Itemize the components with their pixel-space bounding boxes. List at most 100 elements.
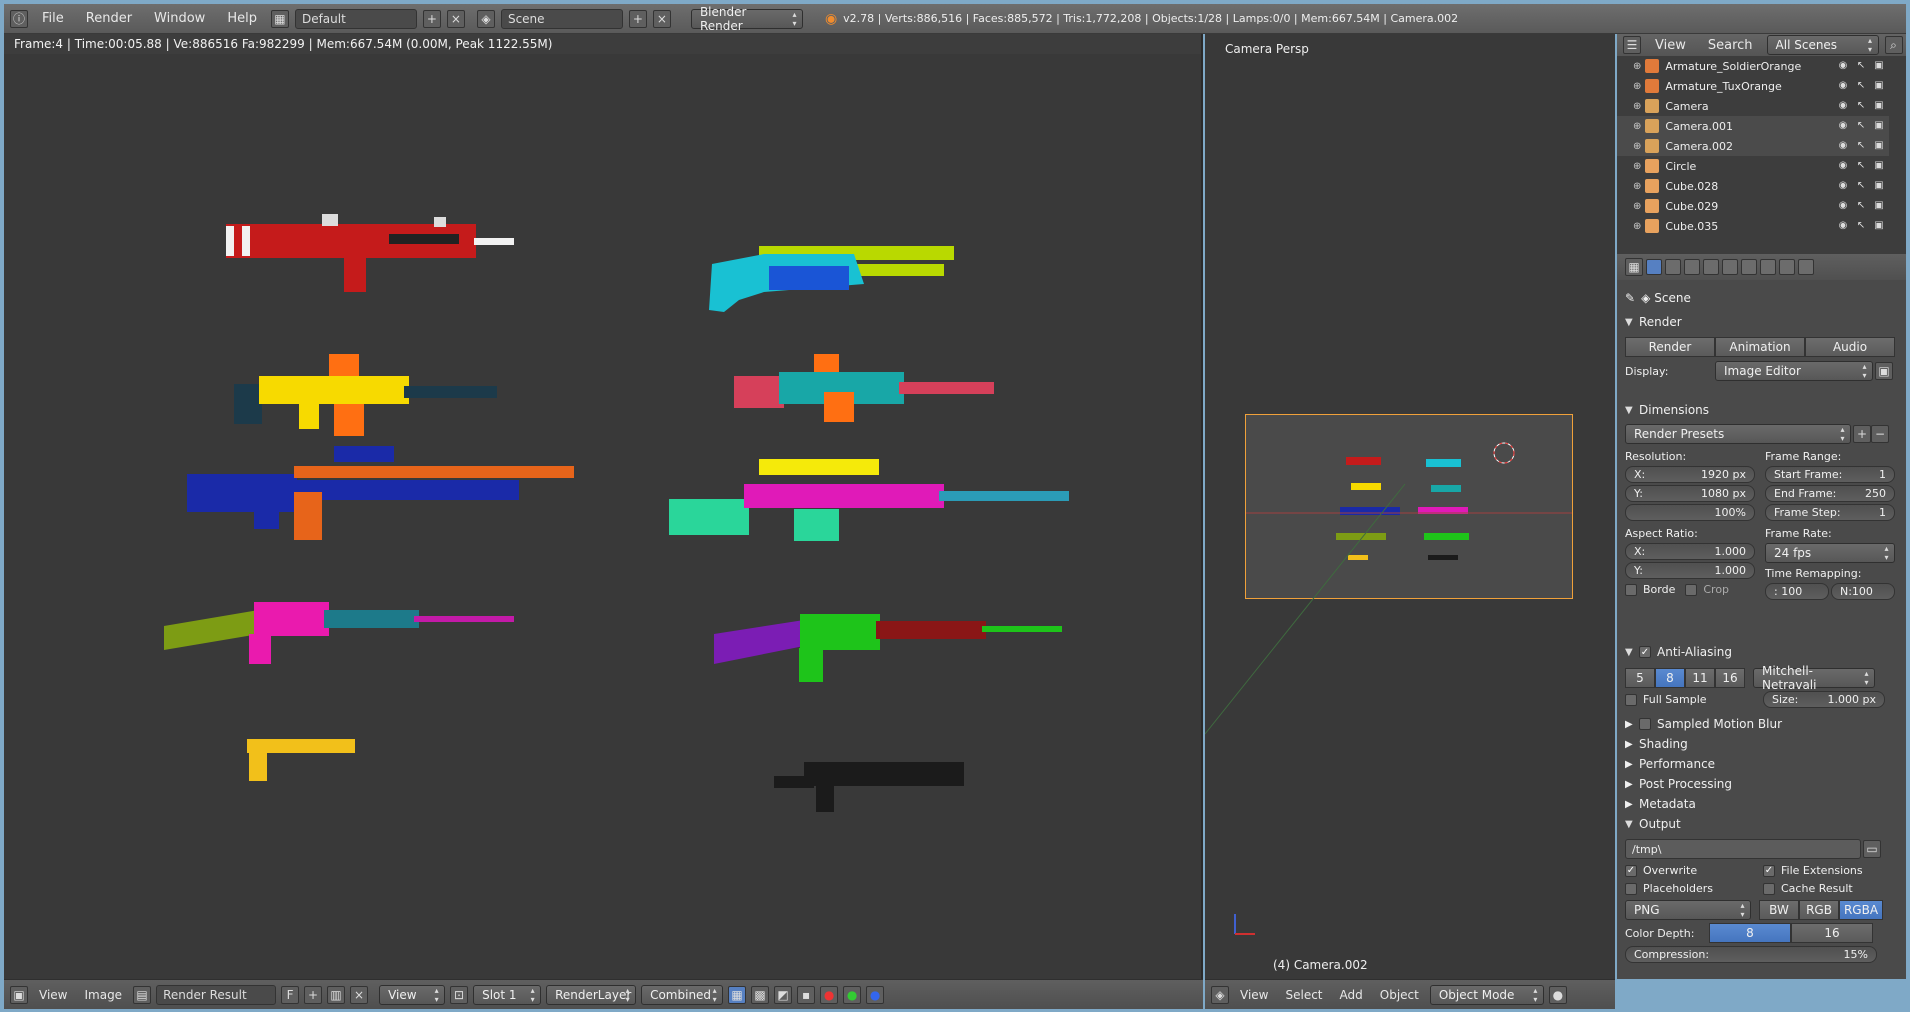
file-format-select[interactable]: PNG (1625, 900, 1751, 920)
green-channel-icon[interactable]: ● (843, 985, 862, 1004)
unlink-image-icon[interactable]: × (350, 985, 369, 1004)
aspect-y-field[interactable]: Y: 1.000 (1625, 562, 1755, 579)
aa-samples-16[interactable]: 16 (1715, 668, 1745, 688)
depth-16-button[interactable]: 16 (1791, 923, 1873, 943)
expand-plus-icon[interactable]: ⊕ (1633, 81, 1641, 92)
color-bw-button[interactable]: BW (1759, 900, 1799, 920)
outliner-row[interactable]: ⊕ Cube.028 ◉ ↖ ▣ (1617, 176, 1889, 196)
select-cursor-icon[interactable]: ↖ (1855, 60, 1867, 72)
info-editor-icon[interactable]: ⓘ (10, 9, 28, 28)
select-cursor-icon[interactable]: ↖ (1855, 220, 1867, 232)
outliner-type-icon[interactable]: ☰ (1623, 36, 1641, 54)
start-frame-field[interactable]: Start Frame: 1 (1765, 466, 1895, 483)
render-camera-icon[interactable]: ▣ (1873, 60, 1885, 72)
end-frame-field[interactable]: End Frame: 250 (1765, 485, 1895, 502)
display-alpha-icon[interactable]: ◩ (774, 985, 793, 1004)
shading-icon[interactable]: ● (1548, 985, 1567, 1004)
properties-type-icon[interactable]: ▦ (1625, 258, 1643, 276)
pin-icon[interactable]: ✎ (1625, 291, 1635, 305)
resolution-y-field[interactable]: Y: 1080 px (1625, 485, 1755, 502)
expand-plus-icon[interactable]: ⊕ (1633, 141, 1641, 152)
aa-samples-11[interactable]: 11 (1685, 668, 1715, 688)
performance-panel[interactable]: ▶ Performance (1625, 754, 1895, 774)
folder-icon[interactable]: ▭ (1863, 840, 1881, 858)
new-image-icon[interactable]: + (304, 985, 323, 1004)
menu-file[interactable]: File (34, 8, 72, 30)
remap-new-field[interactable]: N:100 (1831, 583, 1895, 600)
fake-user-button[interactable]: F (281, 985, 300, 1004)
display-select[interactable]: Image Editor (1715, 361, 1873, 381)
outliner-row[interactable]: ⊕ Armature_TuxOrange ◉ ↖ ▣ (1617, 76, 1889, 96)
view-mode-select[interactable]: View (379, 984, 446, 1005)
remove-scene-icon[interactable]: × (652, 9, 671, 28)
select-cursor-icon[interactable]: ↖ (1855, 140, 1867, 152)
motion-blur-panel[interactable]: ▶ Sampled Motion Blur (1625, 714, 1895, 734)
render-pass-select[interactable]: Combined (641, 984, 724, 1005)
render-panel-header[interactable]: ▼ Render (1625, 312, 1895, 332)
add-preset-icon[interactable]: + (1853, 425, 1871, 443)
aa-size-field[interactable]: Size: 1.000 px (1763, 691, 1885, 708)
constraints-tab-icon[interactable] (1741, 259, 1757, 275)
render-camera-icon[interactable]: ▣ (1873, 100, 1885, 112)
outliner-row[interactable]: ⊕ Cube.035 ◉ ↖ ▣ (1617, 216, 1889, 236)
visibility-eye-icon[interactable]: ◉ (1837, 180, 1849, 192)
render-camera-icon[interactable]: ▣ (1873, 120, 1885, 132)
remap-old-field[interactable]: : 100 (1765, 583, 1829, 600)
texture-tab-icon[interactable] (1779, 259, 1795, 275)
render-tab-icon[interactable] (1646, 259, 1662, 275)
post-processing-panel[interactable]: ▶ Post Processing (1625, 774, 1895, 794)
outliner-row[interactable]: ⊕ Cube.029 ◉ ↖ ▣ (1617, 196, 1889, 216)
visibility-eye-icon[interactable]: ◉ (1837, 160, 1849, 172)
image-name-field[interactable]: Render Result (156, 984, 277, 1005)
render-engine-select[interactable]: Blender Render (690, 5, 803, 33)
render-presets-select[interactable]: Render Presets (1625, 424, 1851, 444)
remove-preset-icon[interactable]: − (1871, 425, 1889, 443)
aa-panel-header[interactable]: ▼ ✓ Anti-Aliasing (1625, 642, 1895, 662)
remove-layout-icon[interactable]: × (446, 9, 465, 28)
aa-filter-select[interactable]: Mitchell-Netravali (1753, 664, 1875, 692)
visibility-eye-icon[interactable]: ◉ (1837, 140, 1849, 152)
menu-select[interactable]: Select (1279, 984, 1328, 1006)
render-camera-icon[interactable]: ▣ (1873, 200, 1885, 212)
slot-select[interactable]: Slot 1 (473, 984, 542, 1005)
visibility-eye-icon[interactable]: ◉ (1837, 200, 1849, 212)
shading-panel[interactable]: ▶ Shading (1625, 734, 1895, 754)
select-cursor-icon[interactable]: ↖ (1855, 100, 1867, 112)
color-rgb-button[interactable]: RGB (1799, 900, 1839, 920)
scene-icon[interactable]: ◈ (476, 9, 495, 28)
audio-button[interactable]: Audio (1805, 337, 1895, 357)
menu-image[interactable]: Image (78, 984, 128, 1006)
image-browse-icon[interactable]: ▤ (133, 985, 152, 1004)
mode-select[interactable]: Object Mode (1429, 984, 1544, 1005)
select-cursor-icon[interactable]: ↖ (1855, 160, 1867, 172)
render-layer-select[interactable]: RenderLayer (546, 984, 637, 1005)
color-rgba-button[interactable]: RGBA (1839, 900, 1883, 920)
outliner-search-menu[interactable]: Search (1700, 34, 1761, 56)
visibility-eye-icon[interactable]: ◉ (1837, 220, 1849, 232)
expand-plus-icon[interactable]: ⊕ (1633, 101, 1641, 112)
resolution-x-field[interactable]: X: 1920 px (1625, 466, 1755, 483)
display-zbuffer-icon[interactable]: ▪ (797, 985, 816, 1004)
select-cursor-icon[interactable]: ↖ (1855, 180, 1867, 192)
aa-samples-5[interactable]: 5 (1625, 668, 1655, 688)
3d-viewport[interactable]: Camera Persp (4) Camera.002 (1205, 34, 1615, 979)
full-sample-checkbox[interactable]: Full Sample (1625, 693, 1755, 706)
select-cursor-icon[interactable]: ↖ (1855, 200, 1867, 212)
search-icon[interactable]: ⌕ (1884, 36, 1903, 54)
metadata-panel[interactable]: ▶ Metadata (1625, 794, 1895, 814)
modifiers-tab-icon[interactable] (1760, 259, 1776, 275)
depth-8-button[interactable]: 8 (1709, 923, 1791, 943)
display-mode-select[interactable]: All Scenes (1766, 35, 1879, 55)
editor-type-icon[interactable]: ▣ (10, 985, 28, 1004)
editor-type-3d-icon[interactable]: ◈ (1211, 985, 1229, 1004)
aa-samples-8[interactable]: 8 (1655, 668, 1685, 688)
outliner-row[interactable]: ⊕ Camera.002 ◉ ↖ ▣ (1617, 136, 1889, 156)
world-tab-icon[interactable] (1703, 259, 1719, 275)
render-layers-tab-icon[interactable] (1665, 259, 1681, 275)
pivot-icon[interactable]: ⊡ (450, 985, 469, 1004)
render-camera-icon[interactable]: ▣ (1873, 180, 1885, 192)
border-checkbox[interactable]: Borde (1625, 583, 1675, 596)
menu-view[interactable]: View (33, 984, 73, 1006)
expand-plus-icon[interactable]: ⊕ (1633, 61, 1641, 72)
physics-tab-icon[interactable] (1798, 259, 1814, 275)
